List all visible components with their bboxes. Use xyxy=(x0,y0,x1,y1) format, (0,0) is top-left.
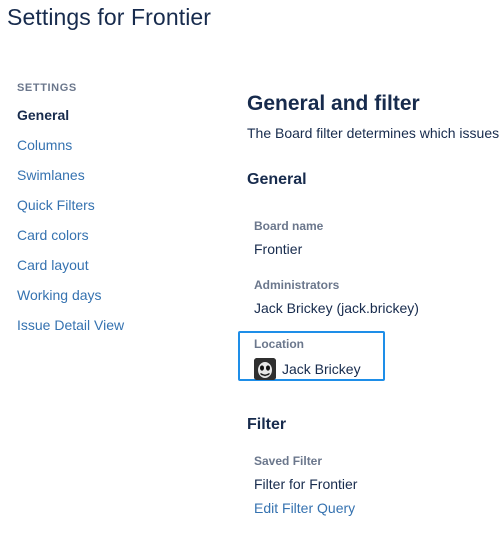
main-heading: General and filter xyxy=(247,92,420,115)
sidebar-item-card-layout[interactable]: Card layout xyxy=(17,258,217,288)
saved-filter-label: Saved Filter xyxy=(254,454,323,468)
sidebar-item-card-colors[interactable]: Card colors xyxy=(17,228,217,258)
user-avatar-icon xyxy=(254,358,276,380)
general-section-heading: General xyxy=(247,171,307,188)
settings-sidebar: SETTINGS General Columns Swimlanes Quick… xyxy=(17,82,217,348)
administrators-value: Jack Brickey (jack.brickey) xyxy=(254,300,419,316)
sidebar-heading: SETTINGS xyxy=(17,82,77,94)
main-content: General and filter The Board filter dete… xyxy=(247,90,504,142)
board-settings-page: Settings for Frontier SETTINGS General C… xyxy=(0,0,504,536)
board-filter-description: The Board filter determines which issues xyxy=(247,125,500,141)
sidebar-item-swimlanes[interactable]: Swimlanes xyxy=(17,168,217,198)
sidebar-item-working-days[interactable]: Working days xyxy=(17,288,217,318)
sidebar-item-columns[interactable]: Columns xyxy=(17,138,217,168)
board-name-value: Frontier xyxy=(254,241,303,257)
sidebar-item-issue-detail-view[interactable]: Issue Detail View xyxy=(17,318,217,348)
page-title: Settings for Frontier xyxy=(7,4,212,30)
administrators-label: Administrators xyxy=(254,278,340,292)
edit-filter-query-link[interactable]: Edit Filter Query xyxy=(254,500,355,516)
sidebar-item-general[interactable]: General xyxy=(17,108,217,138)
location-value[interactable]: Jack Brickey xyxy=(282,361,361,377)
board-name-label: Board name xyxy=(254,219,324,233)
filter-section-heading: Filter xyxy=(247,416,287,433)
sidebar-item-quick-filters[interactable]: Quick Filters xyxy=(17,198,217,228)
saved-filter-value: Filter for Frontier xyxy=(254,476,358,492)
location-label: Location xyxy=(254,337,304,351)
